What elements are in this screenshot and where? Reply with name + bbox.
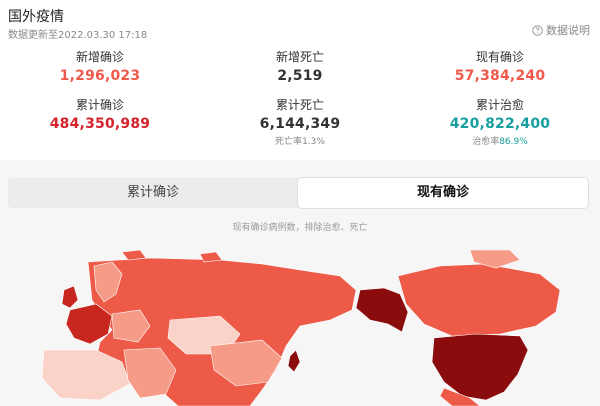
page-title: 国外疫情 [8,9,64,25]
map-region-uk [61,285,79,309]
stat-label: 新增确诊 [75,50,124,64]
world-map[interactable] [0,250,600,406]
header: 国外疫情 数据更新至2022.03.30 17:18 数据说明 [8,6,592,41]
death-rate-value: 1.3% [302,137,325,147]
stat-value: 420,822,400 [449,116,551,132]
recovery-rate-value: 86.9% [499,137,528,147]
stat-current-confirmed: 现有确诊 57,384,240 [400,48,600,84]
stat-value: 6,144,349 [259,116,341,132]
recovery-rate: 治愈率86.9% [400,134,600,147]
stat-total-recovered: 累计治愈 420,822,400 治愈率86.9% [400,96,600,147]
stat-value: 57,384,240 [454,68,546,84]
map-region-canada [397,263,561,337]
tab-current-confirmed[interactable]: 现有确诊 [298,178,588,208]
stat-value: 2,519 [277,68,323,84]
map-region-alaska [355,287,409,333]
stat-new-deaths: 新增死亡 2,519 [200,48,400,84]
tab-bar: 累计确诊 现有确诊 [8,178,588,208]
stat-total-confirmed: 累计确诊 484,350,989 [0,96,200,132]
stat-value: 1,296,023 [59,68,141,84]
stat-label: 新增死亡 [275,50,324,64]
stat-new-confirmed: 新增确诊 1,296,023 [0,48,200,84]
stats-panel: 新增确诊 1,296,023 新增死亡 2,519 现有确诊 57,384,24… [0,44,600,156]
data-explain-link[interactable]: 数据说明 [532,22,590,38]
recovery-rate-label: 治愈率 [472,137,500,147]
death-rate-label: 死亡率 [275,137,303,147]
update-time: 数据更新至2022.03.30 17:18 [8,30,148,41]
stat-value: 484,350,989 [49,116,151,132]
map-region-japan [287,349,301,373]
tab-cumulative-confirmed[interactable]: 累计确诊 [8,178,298,208]
stat-label: 累计治愈 [475,98,524,112]
help-circle-icon [532,24,543,36]
stat-label: 现有确诊 [475,50,524,64]
stat-total-deaths: 累计死亡 6,144,349 死亡率1.3% [200,96,400,147]
map-note: 现有确诊病例数，排除治愈、死亡 [232,223,368,233]
stat-label: 累计死亡 [275,98,324,112]
death-rate: 死亡率1.3% [200,134,400,147]
data-explain-label: 数据说明 [546,24,590,37]
stat-label: 累计确诊 [75,98,124,112]
